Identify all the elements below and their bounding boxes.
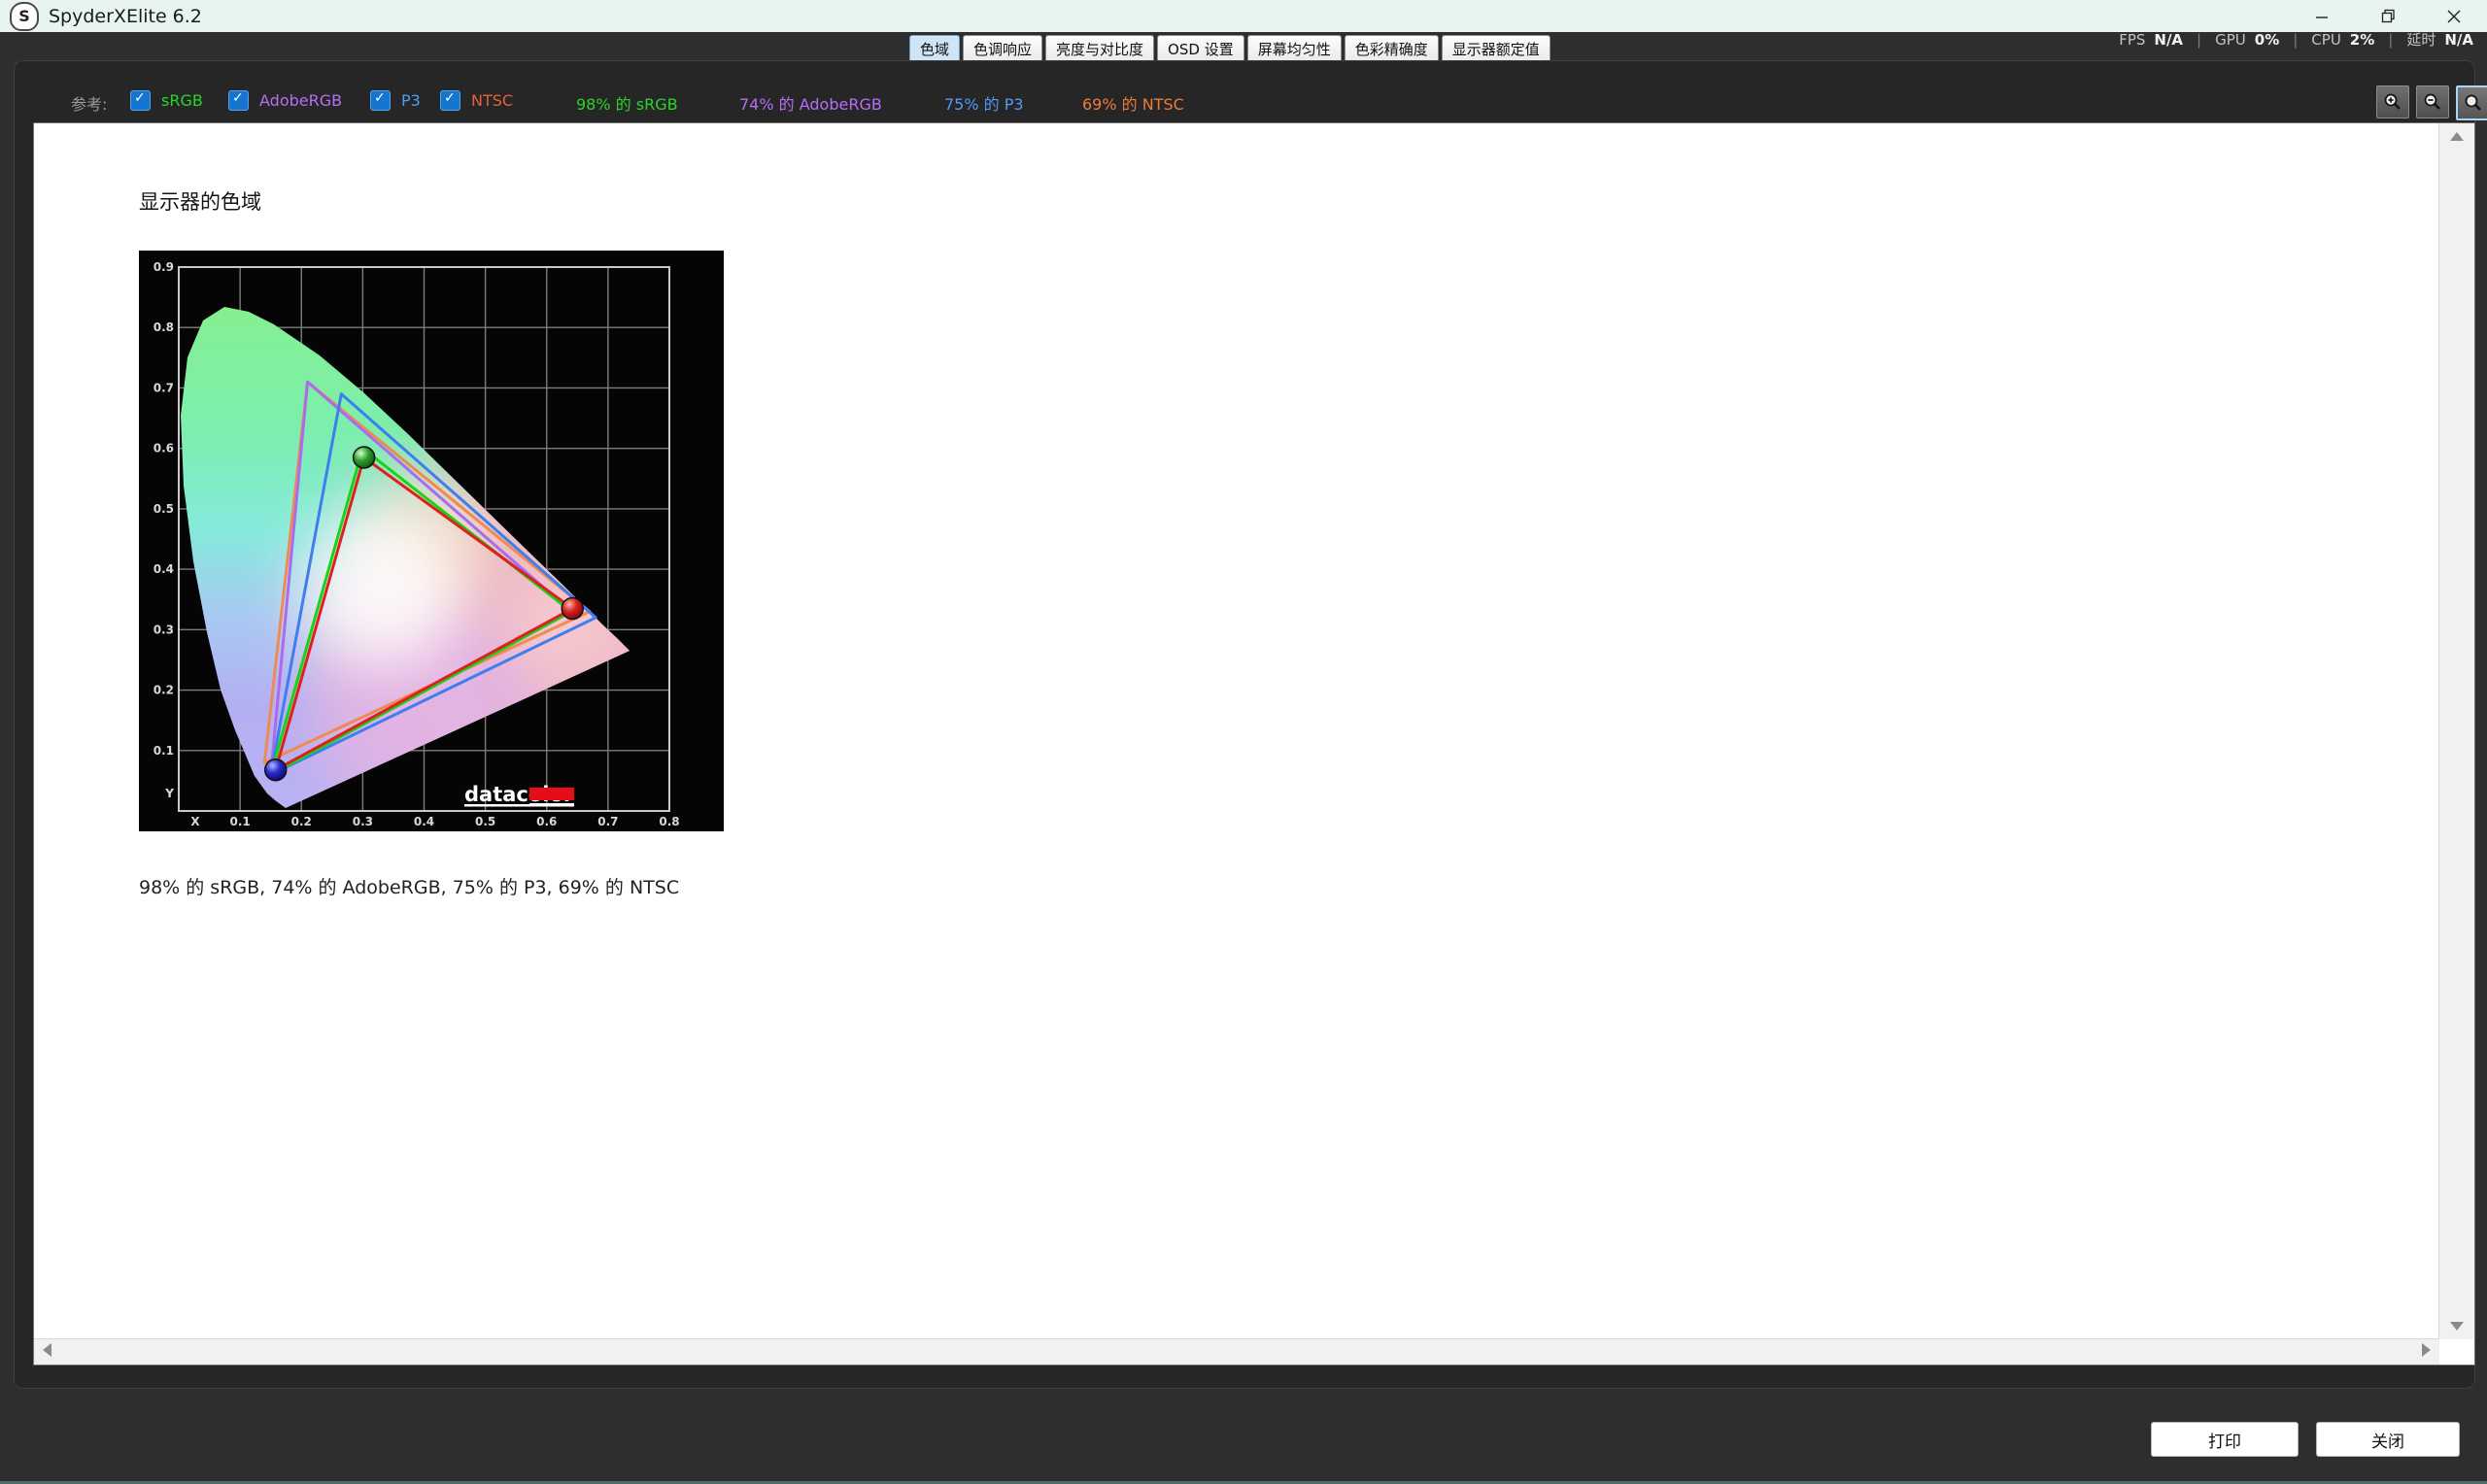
restore-icon: [2381, 9, 2395, 23]
svg-text:0.1: 0.1: [153, 744, 174, 758]
checkbox-p3-label: P3: [401, 91, 421, 110]
cpu-value: 2%: [2349, 30, 2375, 49]
page-title: 显示器的色域: [139, 190, 261, 214]
close-button[interactable]: [2421, 0, 2487, 32]
zoom-fit-icon: [2465, 94, 2481, 111]
svg-text:0.4: 0.4: [153, 562, 174, 576]
tab-gamut[interactable]: 色域: [909, 35, 961, 63]
restore-button[interactable]: [2355, 0, 2421, 32]
horizontal-scrollbar[interactable]: [34, 1338, 2439, 1365]
reference-label: 参考:: [71, 95, 108, 114]
svg-text:0.5: 0.5: [475, 815, 495, 828]
checkbox-srgb[interactable]: [130, 90, 151, 111]
stats-separator: |: [2197, 30, 2202, 49]
close-dialog-button[interactable]: 关闭: [2316, 1422, 2460, 1457]
fps-value: N/A: [2154, 30, 2184, 49]
tab-bar: 色域 色调响应 亮度与对比度 OSD 设置 屏幕均匀性 色彩精确度 显示器额定值: [909, 35, 1550, 63]
svg-text:X: X: [190, 815, 200, 828]
gpu-value: 0%: [2254, 30, 2280, 49]
report-page: 显示器的色域 0.1 0.2 0.3 0.4 0.5 0.6 0.7 0.8 0…: [34, 123, 2439, 1339]
coverage-adobergb: 74% 的 AdobeRGB: [739, 95, 882, 114]
scroll-right-icon[interactable]: [2422, 1343, 2431, 1357]
minimize-button[interactable]: [2289, 0, 2355, 32]
vertical-scrollbar[interactable]: [2438, 123, 2474, 1339]
svg-text:0.8: 0.8: [659, 815, 679, 828]
checkbox-adobergb[interactable]: [228, 90, 249, 111]
tab-brightness-contrast[interactable]: 亮度与对比度: [1045, 35, 1155, 63]
print-button[interactable]: 打印: [2151, 1422, 2299, 1457]
gamut-chart: 0.1 0.2 0.3 0.4 0.5 0.6 0.7 0.8 0.9 Y 0.1 0.2 0.3 0.4…: [139, 251, 724, 831]
coverage-ntsc: 69% 的 NTSC: [1082, 95, 1184, 114]
svg-text:0.5: 0.5: [153, 502, 174, 516]
report-view: 显示器的色域 0.1 0.2 0.3 0.4 0.5 0.6 0.7 0.8 0…: [33, 122, 2475, 1366]
stats-separator: |: [2388, 30, 2394, 49]
scroll-up-icon[interactable]: [2450, 132, 2464, 141]
cpu-label: CPU: [2311, 30, 2341, 49]
app-window: S SpyderXElite 6.2 FPS N/A | GPU 0% | CP…: [0, 0, 2487, 1484]
tab-monitor-rating[interactable]: 显示器额定值: [1441, 35, 1550, 63]
stats-separator: |: [2293, 30, 2299, 49]
svg-text:0.7: 0.7: [597, 815, 618, 828]
zoom-toolbar: [2376, 85, 2487, 120]
app-logo-icon: S: [10, 1, 39, 31]
zoom-in-icon: [2384, 93, 2401, 110]
svg-text:0.7: 0.7: [153, 381, 174, 394]
titlebar: S SpyderXElite 6.2: [0, 0, 2487, 32]
svg-text:0.9: 0.9: [153, 260, 174, 274]
checkbox-adobergb-label: AdobeRGB: [259, 91, 343, 110]
scroll-down-icon[interactable]: [2450, 1322, 2464, 1331]
tab-osd-settings[interactable]: OSD 设置: [1157, 35, 1244, 63]
svg-text:0.8: 0.8: [153, 320, 174, 334]
svg-text:Y: Y: [164, 787, 174, 800]
minimize-icon: [2316, 16, 2328, 18]
zoom-in-button[interactable]: [2376, 85, 2409, 118]
coverage-caption: 98% 的 sRGB, 74% 的 AdobeRGB, 75% 的 P3, 69…: [139, 877, 680, 898]
gpu-label: GPU: [2215, 30, 2246, 49]
svg-text:0.4: 0.4: [414, 815, 434, 828]
svg-text:0.6: 0.6: [536, 815, 557, 828]
svg-text:0.3: 0.3: [153, 623, 174, 636]
performance-stats: FPS N/A | GPU 0% | CPU 2% | 延时 N/A: [2119, 29, 2473, 50]
scrollbar-corner: [2439, 1339, 2474, 1365]
svg-text:0.1: 0.1: [229, 815, 250, 828]
zoom-out-icon: [2424, 93, 2440, 110]
latency-label: 延时: [2406, 31, 2436, 49]
checkbox-ntsc-label: NTSC: [471, 91, 514, 110]
app-title: SpyderXElite 6.2: [49, 5, 202, 27]
checkbox-srgb-label: sRGB: [161, 91, 203, 110]
zoom-fit-button[interactable]: [2456, 85, 2487, 120]
checkbox-ntsc[interactable]: [440, 90, 460, 111]
fps-label: FPS: [2119, 30, 2146, 49]
latency-value: N/A: [2444, 31, 2473, 49]
svg-text:0.2: 0.2: [291, 815, 312, 828]
coverage-srgb: 98% 的 sRGB: [576, 95, 678, 114]
tab-color-accuracy[interactable]: 色彩精确度: [1344, 35, 1439, 63]
svg-text:0.2: 0.2: [153, 684, 174, 697]
svg-text:0.6: 0.6: [153, 442, 174, 455]
close-icon: [2447, 10, 2461, 22]
tab-screen-uniformity[interactable]: 屏幕均匀性: [1246, 35, 1342, 63]
datacolor-logo: datacolor: [464, 783, 574, 807]
zoom-out-button[interactable]: [2416, 85, 2449, 118]
tab-tone-response[interactable]: 色调响应: [963, 35, 1043, 63]
checkbox-p3[interactable]: [370, 90, 391, 111]
coverage-p3: 75% 的 P3: [944, 95, 1024, 114]
scroll-left-icon[interactable]: [43, 1343, 51, 1357]
svg-text:0.3: 0.3: [353, 815, 373, 828]
